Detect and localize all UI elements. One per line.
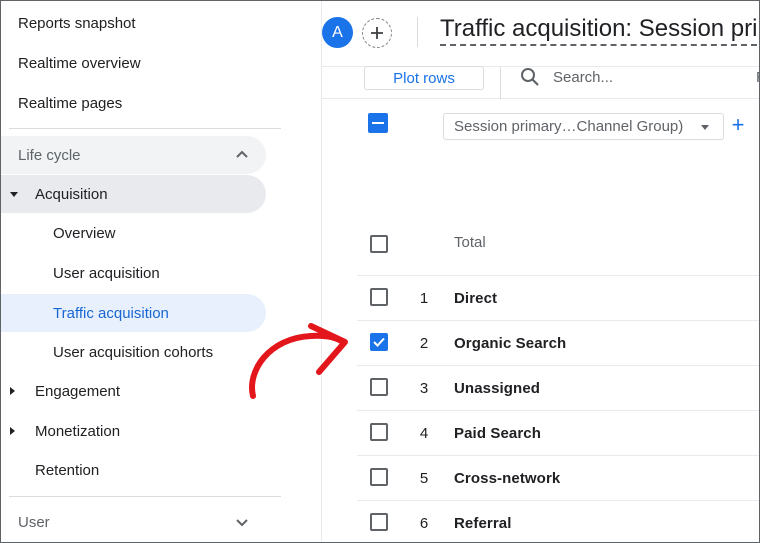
- nav-user-acquisition-cohorts[interactable]: User acquisition cohorts: [1, 333, 266, 371]
- row-checkbox[interactable]: [370, 288, 388, 306]
- page-title[interactable]: Traffic acquisition: Session pri: [440, 15, 758, 46]
- nav-monetization-label: Monetization: [35, 422, 121, 440]
- table-row[interactable]: 1 Direct: [357, 276, 759, 321]
- table-row[interactable]: 6 Referral: [357, 501, 759, 542]
- row-checkbox[interactable]: [370, 513, 388, 531]
- caret-down-icon: [10, 192, 18, 197]
- nav-acquisition-label: Acquisition: [35, 185, 108, 203]
- nav-engagement[interactable]: Engagement: [1, 372, 120, 410]
- nav-realtime-overview[interactable]: Realtime overview: [18, 44, 141, 82]
- row-index: 4: [419, 425, 429, 442]
- add-dimension-button[interactable]: +: [728, 113, 748, 137]
- add-icon: [371, 27, 383, 39]
- plot-rows-button[interactable]: Plot rows: [364, 66, 484, 90]
- nav-monetization[interactable]: Monetization: [1, 412, 120, 450]
- sidebar: Reports snapshot Realtime overview Realt…: [1, 1, 291, 542]
- nav-realtime-pages[interactable]: Realtime pages: [18, 84, 122, 122]
- row-label: Referral: [454, 515, 512, 532]
- select-all-checkbox[interactable]: [368, 113, 388, 133]
- dimension-select-value: Session primary…Channel Group): [454, 118, 684, 135]
- minus-icon: [372, 122, 384, 124]
- checkmark-icon: [373, 337, 385, 347]
- sidebar-divider: [9, 128, 281, 129]
- nav-traffic-acquisition[interactable]: Traffic acquisition: [1, 294, 266, 332]
- header-separator: [417, 17, 418, 47]
- caret-right-icon: [10, 427, 15, 435]
- caret-right-icon: [10, 387, 15, 395]
- main-content: A Traffic acquisition: Session pri Plot …: [321, 1, 759, 542]
- toolbar-separator: [500, 67, 501, 99]
- row-index: 3: [419, 380, 429, 397]
- total-checkbox[interactable]: [370, 235, 388, 253]
- chevron-up-icon: [236, 150, 248, 158]
- annotation-arrow-icon: [249, 323, 348, 399]
- search-input[interactable]: Search...: [553, 69, 613, 86]
- row-checkbox[interactable]: [370, 333, 388, 351]
- avatar[interactable]: A: [322, 17, 353, 48]
- row-label: Cross-network: [454, 470, 561, 487]
- section-life-cycle-label: Life cycle: [18, 146, 81, 164]
- dropdown-triangle-icon: [701, 125, 709, 130]
- table-row[interactable]: 5 Cross-network: [357, 456, 759, 501]
- nav-retention[interactable]: Retention: [1, 451, 99, 489]
- chevron-down-icon: [236, 519, 248, 527]
- section-life-cycle[interactable]: Life cycle: [1, 136, 266, 174]
- row-index: 1: [419, 290, 429, 307]
- row-index: 6: [419, 515, 429, 532]
- table-row[interactable]: 3 Unassigned: [357, 366, 759, 411]
- row-label: Paid Search: [454, 425, 541, 442]
- table-toolbar: Plot rows Search... R: [322, 66, 759, 99]
- nav-engagement-label: Engagement: [35, 382, 121, 400]
- section-user-label: User: [18, 513, 50, 531]
- dimension-select[interactable]: Session primary…Channel Group): [443, 113, 724, 140]
- nav-overview[interactable]: Overview: [1, 214, 266, 252]
- report-header: A Traffic acquisition: Session pri: [322, 1, 759, 67]
- row-checkbox[interactable]: [370, 378, 388, 396]
- row-label: Unassigned: [454, 380, 541, 397]
- row-label: Organic Search: [454, 335, 567, 352]
- row-index: 5: [419, 470, 429, 487]
- nav-acquisition[interactable]: Acquisition: [1, 175, 266, 213]
- table-row[interactable]: 4 Paid Search: [357, 411, 759, 456]
- row-checkbox[interactable]: [370, 468, 388, 486]
- screenshot-frame: Reports snapshot Realtime overview Realt…: [0, 0, 760, 543]
- add-comparison-button[interactable]: [362, 18, 392, 48]
- sidebar-divider: [9, 496, 281, 497]
- search-icon: [521, 68, 539, 86]
- row-label: Direct: [454, 290, 498, 307]
- nav-user-acquisition[interactable]: User acquisition: [1, 254, 266, 292]
- row-index: 2: [419, 335, 429, 352]
- total-label: Total: [454, 234, 486, 251]
- nav-reports-snapshot[interactable]: Reports snapshot: [18, 4, 136, 42]
- section-user[interactable]: User: [1, 503, 266, 541]
- row-checkbox[interactable]: [370, 423, 388, 441]
- table-row[interactable]: 2 Organic Search: [357, 321, 759, 366]
- toolbar-clipped-item[interactable]: R: [756, 69, 759, 86]
